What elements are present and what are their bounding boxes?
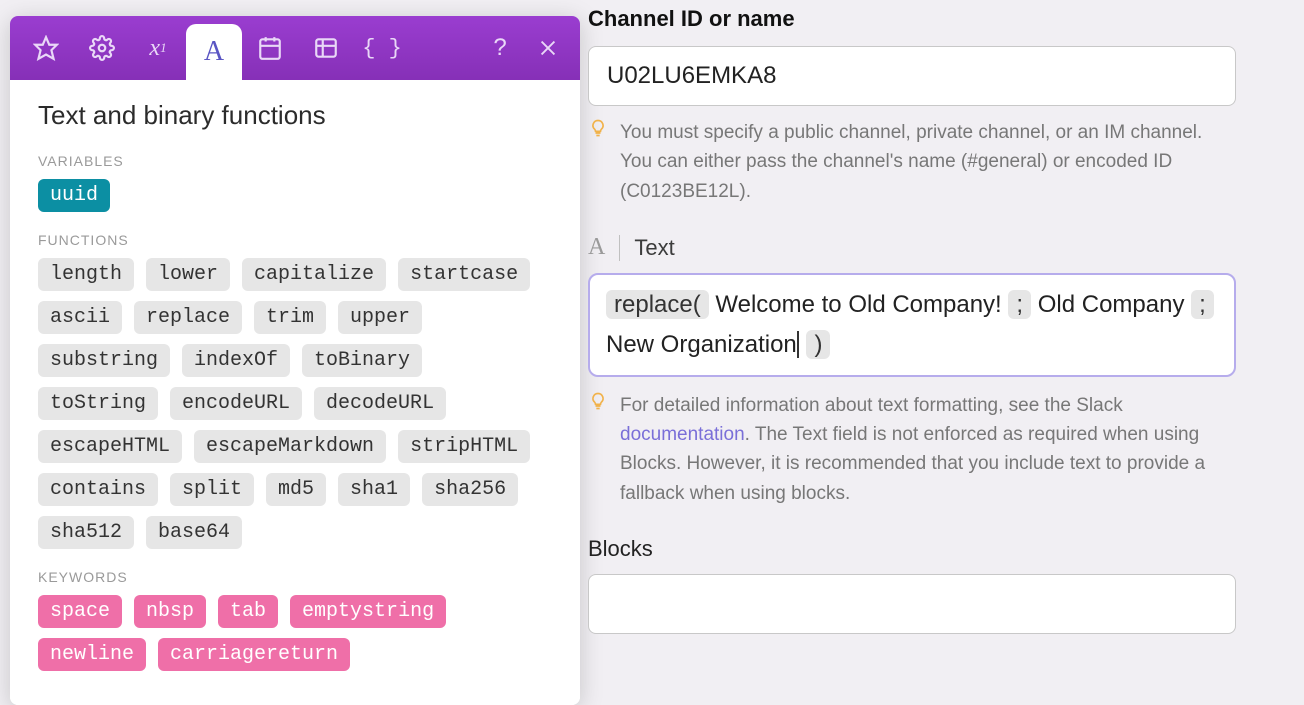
tab-json[interactable]: { }	[354, 16, 410, 80]
tab-date[interactable]	[242, 16, 298, 80]
close-icon	[537, 37, 559, 59]
documentation-link[interactable]: documentation	[620, 424, 745, 445]
function-chip-contains[interactable]: contains	[38, 473, 158, 506]
keyword-chip-newline[interactable]: newline	[38, 638, 146, 671]
channel-hint-text: You must specify a public channel, priva…	[620, 118, 1236, 206]
star-icon	[33, 35, 59, 61]
expr-literal-2: Old Company	[1031, 291, 1191, 318]
divider	[619, 235, 620, 261]
tab-favorites[interactable]	[18, 16, 74, 80]
variables-heading: VARIABLES	[38, 153, 552, 169]
variables-list: uuid	[38, 179, 552, 212]
list-icon	[313, 35, 339, 61]
expr-token-close: )	[806, 330, 830, 359]
function-chip-md5[interactable]: md5	[266, 473, 326, 506]
channel-input[interactable]: U02LU6EMKA8	[588, 46, 1236, 106]
expr-token-sep2: ;	[1191, 290, 1214, 319]
functions-panel: x1 A { } ? Text and binary functions VAR…	[10, 16, 580, 705]
function-chip-base64[interactable]: base64	[146, 516, 242, 549]
function-chip-startcase[interactable]: startcase	[398, 258, 530, 291]
expr-token-sep1: ;	[1008, 290, 1031, 319]
lightbulb-icon	[588, 391, 608, 509]
expr-literal-1: Welcome to Old Company!	[709, 291, 1009, 318]
function-chip-upper[interactable]: upper	[338, 301, 422, 334]
text-hint: For detailed information about text form…	[588, 391, 1236, 509]
functions-heading: FUNCTIONS	[38, 232, 552, 248]
function-chip-sha256[interactable]: sha256	[422, 473, 518, 506]
function-chip-length[interactable]: length	[38, 258, 134, 291]
tab-array[interactable]	[298, 16, 354, 80]
close-button[interactable]	[524, 16, 572, 80]
panel-title: Text and binary functions	[38, 100, 552, 131]
functions-list: length lower capitalize startcase ascii repla…	[38, 258, 552, 549]
function-chip-trim[interactable]: trim	[254, 301, 326, 334]
text-field-label: Text	[634, 235, 674, 261]
config-form: Channel ID or name U02LU6EMKA8 You must …	[588, 0, 1292, 634]
tab-text[interactable]: A	[186, 24, 242, 80]
function-chip-capitalize[interactable]: capitalize	[242, 258, 386, 291]
blocks-label: Blocks	[588, 536, 1292, 562]
tab-math[interactable]: x1	[130, 16, 186, 80]
keyword-chip-tab[interactable]: tab	[218, 595, 278, 628]
text-type-icon: A	[588, 234, 605, 261]
text-field-header: A Text	[588, 234, 1292, 261]
calendar-icon	[257, 35, 283, 61]
function-chip-ascii[interactable]: ascii	[38, 301, 122, 334]
variable-chip-uuid[interactable]: uuid	[38, 179, 110, 212]
keyword-chip-carriagereturn[interactable]: carriagereturn	[158, 638, 350, 671]
expr-literal-3: New Organization	[606, 331, 797, 358]
function-chip-lower[interactable]: lower	[146, 258, 230, 291]
function-chip-encodeURL[interactable]: encodeURL	[170, 387, 302, 420]
function-chip-stripHTML[interactable]: stripHTML	[398, 430, 530, 463]
function-chip-split[interactable]: split	[170, 473, 254, 506]
keyword-chip-space[interactable]: space	[38, 595, 122, 628]
function-chip-sha512[interactable]: sha512	[38, 516, 134, 549]
text-hint-text: For detailed information about text form…	[620, 391, 1236, 509]
blocks-input[interactable]	[588, 574, 1236, 634]
text-caret	[797, 331, 799, 358]
channel-label: Channel ID or name	[588, 6, 1292, 32]
keyword-chip-nbsp[interactable]: nbsp	[134, 595, 206, 628]
function-chip-sha1[interactable]: sha1	[338, 473, 410, 506]
tab-settings[interactable]	[74, 16, 130, 80]
function-chip-toString[interactable]: toString	[38, 387, 158, 420]
expr-token-replace-open: replace(	[606, 290, 709, 319]
text-expression-input[interactable]: replace( Welcome to Old Company! ; Old C…	[588, 273, 1236, 376]
function-chip-escapeMarkdown[interactable]: escapeMarkdown	[194, 430, 386, 463]
keywords-heading: KEYWORDS	[38, 569, 552, 585]
channel-hint: You must specify a public channel, priva…	[588, 118, 1236, 206]
lightbulb-icon	[588, 118, 608, 206]
function-chip-replace[interactable]: replace	[134, 301, 242, 334]
function-chip-toBinary[interactable]: toBinary	[302, 344, 422, 377]
function-chip-decodeURL[interactable]: decodeURL	[314, 387, 446, 420]
function-chip-substring[interactable]: substring	[38, 344, 170, 377]
keyword-chip-emptystring[interactable]: emptystring	[290, 595, 446, 628]
keywords-list: space nbsptab emptystring newline carriagere…	[38, 595, 552, 671]
help-button[interactable]: ?	[476, 16, 524, 80]
function-chip-escapeHTML[interactable]: escapeHTML	[38, 430, 182, 463]
channel-input-value: U02LU6EMKA8	[607, 62, 776, 90]
function-chip-indexOf[interactable]: indexOf	[182, 344, 290, 377]
gear-icon	[89, 35, 115, 61]
panel-body: Text and binary functions VARIABLES uuid…	[10, 80, 580, 705]
panel-tabbar: x1 A { } ?	[10, 16, 580, 80]
